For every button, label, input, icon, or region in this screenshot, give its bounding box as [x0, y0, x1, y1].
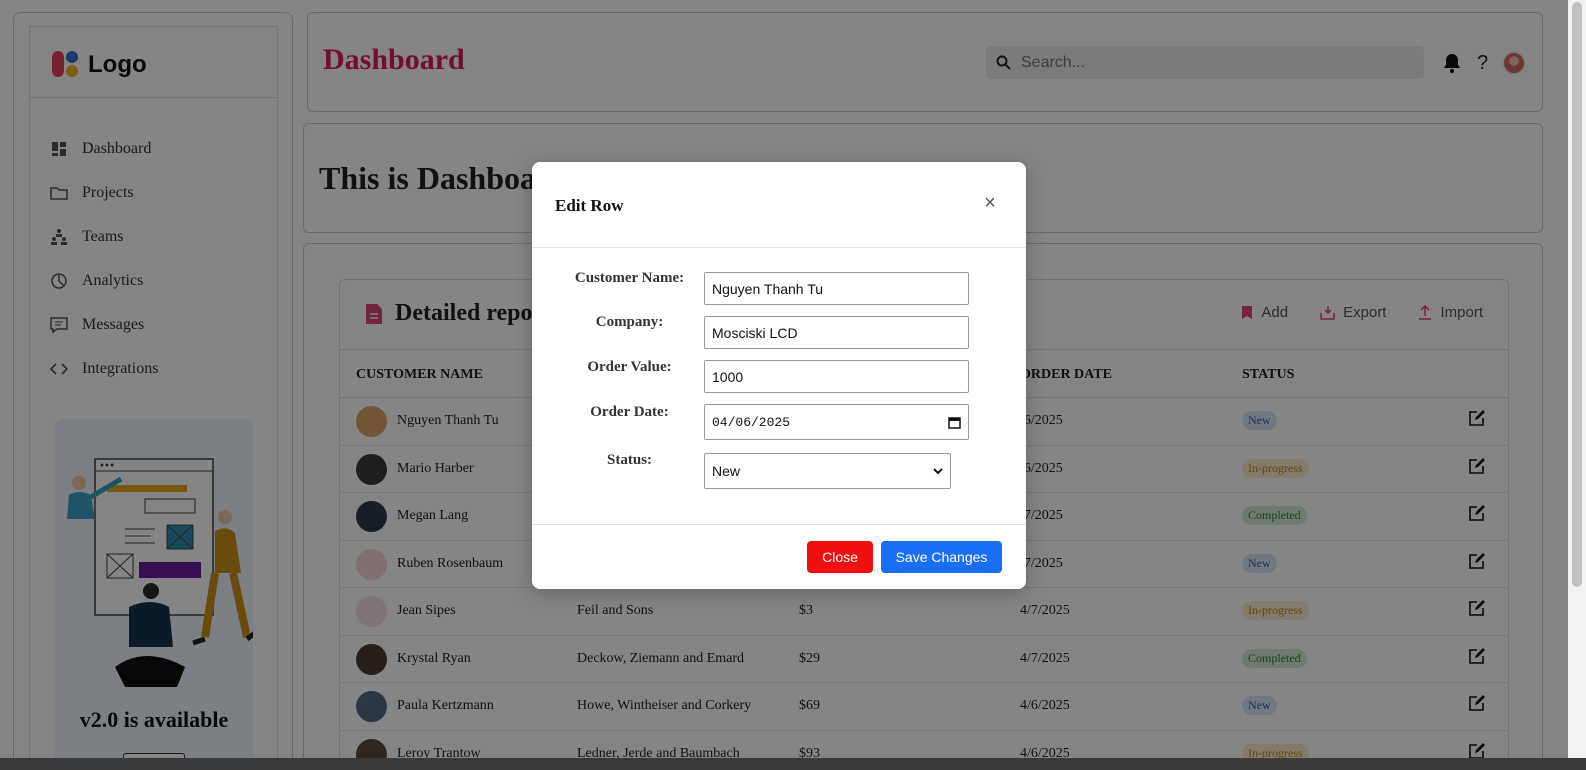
company-input[interactable]: Mosciski LCD: [704, 316, 969, 349]
status-select[interactable]: New: [704, 453, 951, 489]
bottom-edge: [0, 758, 1586, 770]
calendar-icon[interactable]: [948, 416, 961, 429]
edit-row-modal: Edit Row × Customer Name: Nguyen Thanh T…: [532, 162, 1026, 589]
status-selected-value: New: [712, 463, 741, 479]
order-value-input[interactable]: 1000: [704, 360, 969, 393]
modal-header: Edit Row ×: [532, 162, 1026, 248]
modal-title: Edit Row: [555, 196, 624, 215]
status-label: Status:: [606, 452, 652, 468]
chevron-down-icon: [933, 467, 943, 474]
customer-name-input[interactable]: Nguyen Thanh Tu: [704, 272, 969, 305]
close-icon[interactable]: ×: [980, 192, 1000, 214]
save-changes-button[interactable]: Save Changes: [881, 541, 1002, 573]
customer-name-label: Customer Name:: [574, 270, 685, 286]
close-button[interactable]: Close: [807, 541, 873, 573]
modal-footer: Close Save Changes: [532, 524, 1026, 589]
order-date-value: 04/06/2025: [712, 414, 791, 430]
company-label: Company:: [595, 314, 664, 330]
order-date-label: Order Date:: [590, 404, 669, 420]
order-date-input[interactable]: 04/06/2025: [704, 404, 969, 440]
scrollbar-thumb[interactable]: [1572, 2, 1582, 587]
order-value-label: Order Value:: [587, 359, 672, 375]
